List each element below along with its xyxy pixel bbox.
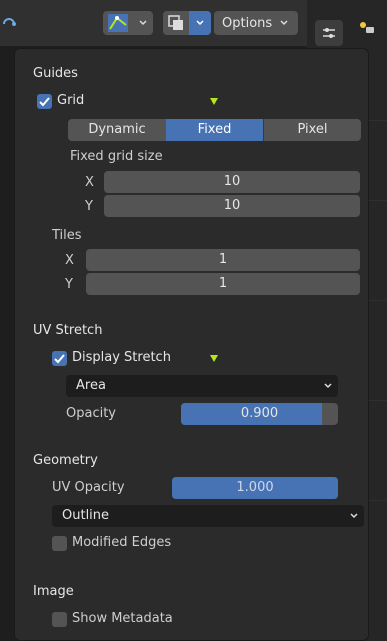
grid-x-label: X <box>85 175 94 190</box>
stretch-type-dropdown[interactable]: Area <box>66 375 338 397</box>
properties-icon <box>323 28 335 38</box>
overlay-icon <box>168 15 183 30</box>
display-stretch-label: Display Stretch <box>72 350 171 365</box>
overlays-button[interactable] <box>163 11 211 35</box>
chevron-down-icon <box>280 20 288 26</box>
modified-edges-label: Modified Edges <box>72 535 172 550</box>
opacity-label: Opacity <box>66 406 117 421</box>
stretch-type-value: Area <box>76 378 106 393</box>
tiles-label: Tiles <box>52 228 82 243</box>
show-metadata-label: Show Metadata <box>72 611 173 626</box>
tiles-x-label: X <box>65 253 74 268</box>
grid-checkbox[interactable] <box>37 94 52 109</box>
grid-mode-dynamic[interactable]: Dynamic <box>68 119 166 141</box>
chevron-down-icon <box>324 383 332 389</box>
uv-select-mode-icon <box>108 14 128 32</box>
grid-mode-fixed[interactable]: Fixed <box>166 119 263 141</box>
checkmark-icon <box>39 97 50 107</box>
uv-opacity-slider[interactable]: 1.000 <box>172 477 338 499</box>
fixed-grid-size-label: Fixed grid size <box>70 149 163 164</box>
tiles-x-field[interactable]: 1 <box>86 249 360 271</box>
checkmark-icon <box>54 354 65 364</box>
section-heading-geometry: Geometry <box>33 453 98 468</box>
properties-tab[interactable] <box>315 20 343 46</box>
tiles-y-label: Y <box>65 277 73 292</box>
grid-y-field[interactable]: 10 <box>104 195 360 217</box>
uv-opacity-label: UV Opacity <box>52 480 125 495</box>
uv-select-mode-button[interactable] <box>103 11 153 35</box>
overlay-indicator-icon <box>210 98 218 105</box>
modified-edges-checkbox[interactable] <box>52 536 67 551</box>
grid-label: Grid <box>57 93 85 108</box>
tiles-y-field[interactable]: 1 <box>86 273 360 295</box>
overlays-popover: Guides Grid Dynamic Fixed Pixel Fixed gr… <box>14 48 369 641</box>
edge-display-dropdown[interactable]: Outline <box>52 505 364 527</box>
display-stretch-checkbox[interactable] <box>52 351 67 366</box>
grid-y-label: Y <box>85 199 93 214</box>
overlay-indicator-icon <box>210 355 218 362</box>
options-dropdown[interactable]: Options <box>214 11 298 35</box>
options-label: Options <box>222 15 273 31</box>
grid-mode-pixel[interactable]: Pixel <box>263 119 361 141</box>
uv-opacity-value: 1.000 <box>236 480 274 495</box>
overlays-dropdown-toggle[interactable] <box>189 11 211 35</box>
show-metadata-checkbox[interactable] <box>52 612 67 627</box>
chevron-down-icon <box>196 20 204 26</box>
chevron-down-icon <box>350 513 358 519</box>
edge-display-value: Outline <box>62 508 110 523</box>
chevron-down-icon <box>139 20 147 26</box>
section-heading-uv-stretch: UV Stretch <box>33 323 103 338</box>
opacity-slider[interactable]: 0.900 <box>181 403 338 425</box>
grid-x-field[interactable]: 10 <box>104 171 360 193</box>
section-heading-image: Image <box>33 584 74 599</box>
sync-icon[interactable] <box>2 18 16 30</box>
section-heading-guides: Guides <box>33 66 78 81</box>
tool-icon[interactable] <box>357 18 377 38</box>
opacity-value: 0.900 <box>240 406 279 421</box>
